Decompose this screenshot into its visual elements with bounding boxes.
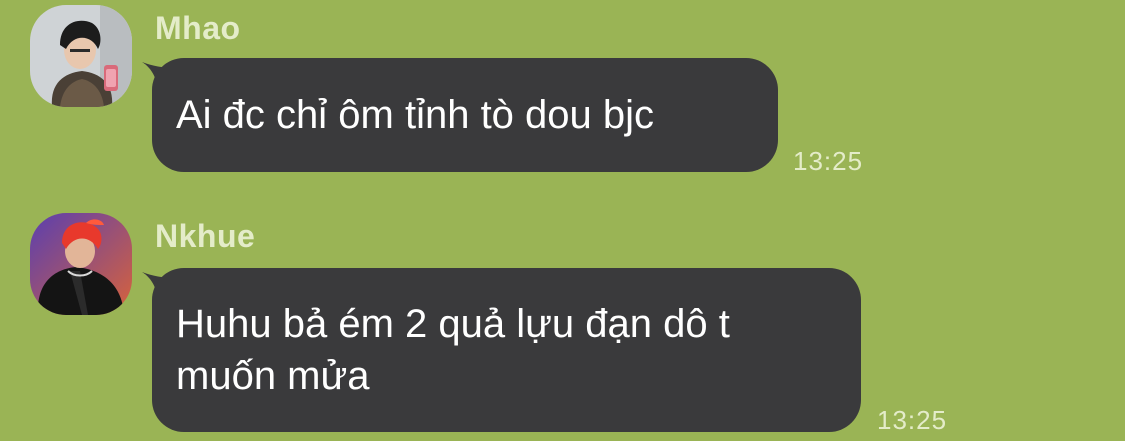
message-timestamp: 13:25 <box>877 405 948 435</box>
sender-name: Mhao <box>155 10 241 46</box>
message-row: Mhao Ai đc chỉ ôm tỉnh tò dou bjc 13:25 <box>0 0 1125 190</box>
user-avatar-photo <box>30 213 132 315</box>
sender-avatar-mhao[interactable] <box>30 5 132 107</box>
message-text: Ai đc chỉ ôm tỉnh tò dou bjc <box>176 93 655 137</box>
message-row: Nkhue Huhu bả ém 2 quả lựu đạn dô t muốn… <box>0 190 1125 441</box>
message-bubble[interactable]: Huhu bả ém 2 quả lựu đạn dô t muốn mửa <box>152 268 861 432</box>
sender-avatar-nkhue[interactable] <box>30 213 132 315</box>
message-timestamp: 13:25 <box>793 146 864 176</box>
message-bubble[interactable]: Ai đc chỉ ôm tỉnh tò dou bjc <box>152 58 778 172</box>
sender-name: Nkhue <box>155 218 256 254</box>
message-text-line: Huhu bả ém 2 quả lựu đạn dô t <box>176 302 730 346</box>
message-text-line: muốn mửa <box>176 354 370 398</box>
user-avatar-photo <box>30 5 132 107</box>
